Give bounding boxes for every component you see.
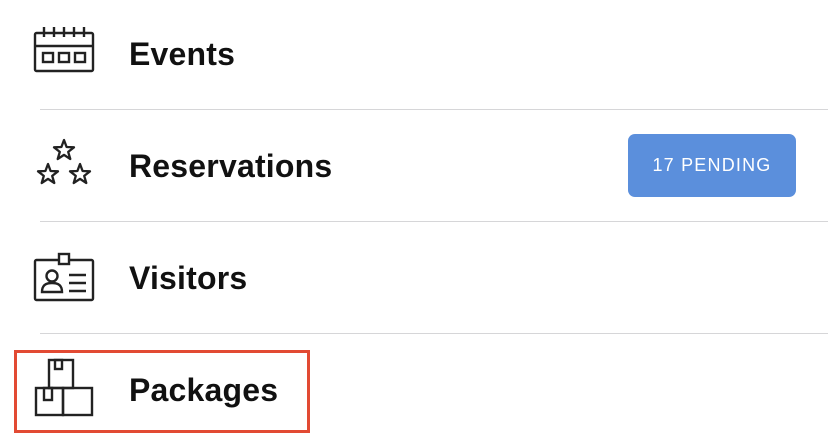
menu-item-label: Packages: [129, 372, 279, 408]
menu-item-label: Visitors: [129, 260, 248, 296]
menu-item-visitors[interactable]: Visitors: [0, 222, 828, 334]
settings-menu: Events Reservations 17 PENDING Visitors …: [0, 0, 828, 447]
boxes-icon: [30, 358, 98, 422]
menu-item-events[interactable]: Events: [0, 0, 828, 110]
menu-item-label: Reservations: [129, 148, 333, 184]
id-badge-icon: [30, 246, 98, 310]
calendar-icon: [30, 22, 98, 86]
pending-badge[interactable]: 17 PENDING: [628, 134, 796, 197]
stars-icon: [30, 134, 98, 198]
menu-item-label: Events: [129, 36, 236, 72]
menu-item-packages[interactable]: Packages: [0, 334, 828, 446]
